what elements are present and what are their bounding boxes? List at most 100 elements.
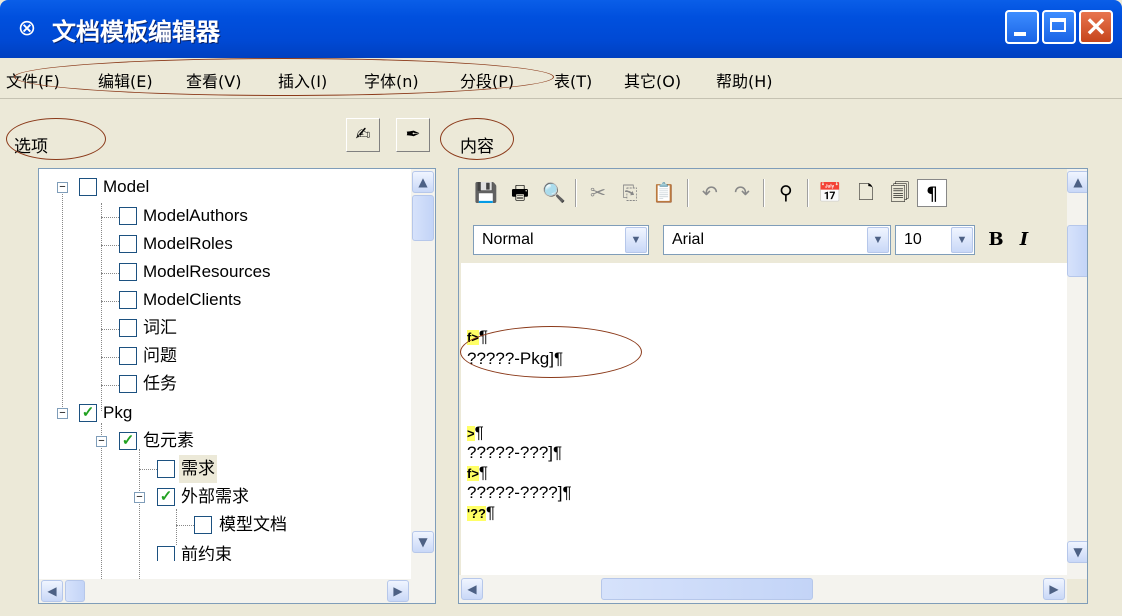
tree-item-requirements[interactable]: 需求 — [39, 455, 409, 483]
maximize-button[interactable] — [1042, 10, 1076, 44]
document-body[interactable]: f>¶ ?????-Pkg]¶ >¶ ?????-???]¶ f>¶ ?????… — [461, 263, 1069, 575]
doc-line: ?????-????]¶ — [467, 483, 572, 502]
scroll-left-icon[interactable]: ◀ — [41, 580, 63, 602]
minimize-button[interactable] — [1005, 10, 1039, 44]
chevron-down-icon[interactable]: ▼ — [951, 227, 973, 253]
toolbar-separator — [807, 179, 809, 207]
save-icon[interactable]: 💾 — [471, 179, 501, 207]
scroll-up-icon[interactable]: ▲ — [412, 171, 434, 193]
tree-item-glossary[interactable]: 词汇 — [39, 314, 409, 342]
style-select[interactable]: Normal ▼ — [473, 225, 649, 255]
tree-item-label: 模型文档 — [219, 515, 287, 534]
scroll-down-icon[interactable]: ▼ — [412, 531, 434, 553]
redo-icon[interactable]: ↷ — [727, 179, 757, 207]
tree-item-pkg[interactable]: − ✓ Pkg — [39, 399, 409, 427]
checkbox[interactable] — [119, 235, 137, 253]
checkbox[interactable] — [157, 460, 175, 478]
doc-line: '??¶ — [467, 503, 496, 522]
tree-item-preconstraint[interactable]: 前约束 — [39, 541, 409, 561]
chevron-down-icon[interactable]: ▼ — [867, 227, 889, 253]
checkbox[interactable] — [119, 319, 137, 337]
toolbar-separator — [575, 179, 577, 207]
tree-item-model-resources[interactable]: ModelResources — [39, 258, 409, 286]
tree-item-model-roles[interactable]: ModelRoles — [39, 230, 409, 258]
tree-item-external-requirements[interactable]: − ✓ 外部需求 — [39, 483, 409, 511]
collapse-icon[interactable]: − — [134, 492, 145, 503]
tree-item-model-authors[interactable]: ModelAuthors — [39, 202, 409, 230]
app-swirl-icon[interactable]: ⊗ — [14, 16, 40, 42]
checkbox-checked[interactable]: ✓ — [119, 432, 137, 450]
checkbox[interactable] — [119, 263, 137, 281]
scroll-thumb[interactable] — [412, 195, 434, 241]
tree-item-label: Pkg — [103, 403, 133, 422]
page-number-icon[interactable]: 🗐 — [885, 179, 915, 207]
italic-button[interactable]: I — [1011, 227, 1037, 253]
tree-item-label: ModelRoles — [143, 234, 233, 253]
checkbox[interactable] — [157, 546, 175, 561]
menu-table[interactable]: 表(T) — [554, 68, 592, 92]
font-select[interactable]: Arial ▼ — [663, 225, 891, 255]
scroll-up-icon[interactable]: ▲ — [1067, 171, 1087, 193]
checkbox[interactable] — [194, 516, 212, 534]
scroll-thumb[interactable] — [601, 578, 813, 600]
pilcrow-icon[interactable]: ¶ — [917, 179, 947, 207]
tree-item-issues[interactable]: 问题 — [39, 342, 409, 370]
tree-item-label: ModelClients — [143, 290, 242, 309]
tree-item-model[interactable]: − Model — [39, 173, 409, 201]
scroll-left-icon[interactable]: ◀ — [461, 578, 483, 600]
tree-item-label: ModelAuthors — [143, 206, 248, 225]
checkbox[interactable] — [119, 291, 137, 309]
scroll-thumb[interactable] — [1067, 225, 1087, 277]
scroll-thumb[interactable] — [65, 580, 85, 602]
page-icon[interactable]: 🗋 — [851, 179, 881, 207]
print-preview-icon[interactable]: 🔍 — [539, 179, 569, 207]
collapse-icon[interactable]: − — [57, 408, 68, 419]
copy-icon[interactable]: ⎘ — [615, 179, 645, 207]
tree-item-package-elements[interactable]: − ✓ 包元素 — [39, 427, 409, 455]
checkbox[interactable] — [119, 347, 137, 365]
tree-item-label: 外部需求 — [181, 487, 249, 506]
checkbox-checked[interactable]: ✓ — [157, 488, 175, 506]
tree-item-label: 词汇 — [143, 318, 177, 337]
size-select[interactable]: 10 ▼ — [895, 225, 975, 255]
insert-date-icon[interactable]: 📅 — [815, 179, 845, 207]
size-select-value: 10 — [904, 231, 922, 248]
menu-other[interactable]: 其它(O) — [624, 68, 681, 92]
undo-icon[interactable]: ↶ — [695, 179, 725, 207]
tree-item-model-document[interactable]: 模型文档 — [39, 511, 409, 539]
editor-toolbar: 💾 🖶 🔍 ✂ ⎘ 📋 ↶ ↷ ⚲ 📅 🗋 🗐 ¶ — [459, 169, 1069, 217]
doc-line: f>¶ — [467, 463, 489, 482]
tree-item-tasks[interactable]: 任务 — [39, 370, 409, 398]
checkbox[interactable] — [79, 178, 97, 196]
font-select-value: Arial — [672, 231, 705, 248]
tree-horizontal-scrollbar[interactable] — [39, 579, 435, 603]
menu-help[interactable]: 帮助(H) — [716, 68, 773, 92]
find-binoculars-icon[interactable]: ⚲ — [771, 179, 801, 207]
checkbox-checked[interactable]: ✓ — [79, 404, 97, 422]
collapse-icon[interactable]: − — [57, 182, 68, 193]
tree-item-label: 问题 — [143, 346, 177, 365]
doc-line: ?????-???]¶ — [467, 443, 563, 462]
close-button[interactable]: × — [1079, 9, 1113, 44]
doc-line: >¶ — [467, 423, 484, 442]
template-tree[interactable]: − Model ModelAuthors ModelRoles ModelRes… — [38, 168, 436, 604]
cut-icon[interactable]: ✂ — [583, 179, 613, 207]
pen-tool-button[interactable]: ✍ — [346, 118, 380, 152]
bold-button[interactable]: B — [983, 227, 1009, 253]
collapse-icon[interactable]: − — [96, 436, 107, 447]
scroll-down-icon[interactable]: ▼ — [1067, 541, 1087, 563]
print-icon[interactable]: 🖶 — [505, 179, 535, 207]
window-title: 文档模板编辑器 — [52, 18, 220, 46]
tree-item-model-clients[interactable]: ModelClients — [39, 286, 409, 314]
chevron-down-icon[interactable]: ▼ — [625, 227, 647, 253]
checkbox[interactable] — [119, 207, 137, 225]
annotation-ellipse-content-line — [460, 326, 642, 378]
fountain-pen-button[interactable]: ✒ — [396, 118, 430, 152]
checkbox[interactable] — [119, 375, 137, 393]
content-editor[interactable]: 💾 🖶 🔍 ✂ ⎘ 📋 ↶ ↷ ⚲ 📅 🗋 🗐 ¶ Normal ▼ Arial… — [458, 168, 1088, 604]
tree-item-label: ModelResources — [143, 262, 271, 281]
scroll-right-icon[interactable]: ▶ — [387, 580, 409, 602]
scroll-right-icon[interactable]: ▶ — [1043, 578, 1065, 600]
paste-icon[interactable]: 📋 — [649, 179, 679, 207]
tree-item-label: 需求 — [179, 455, 217, 483]
